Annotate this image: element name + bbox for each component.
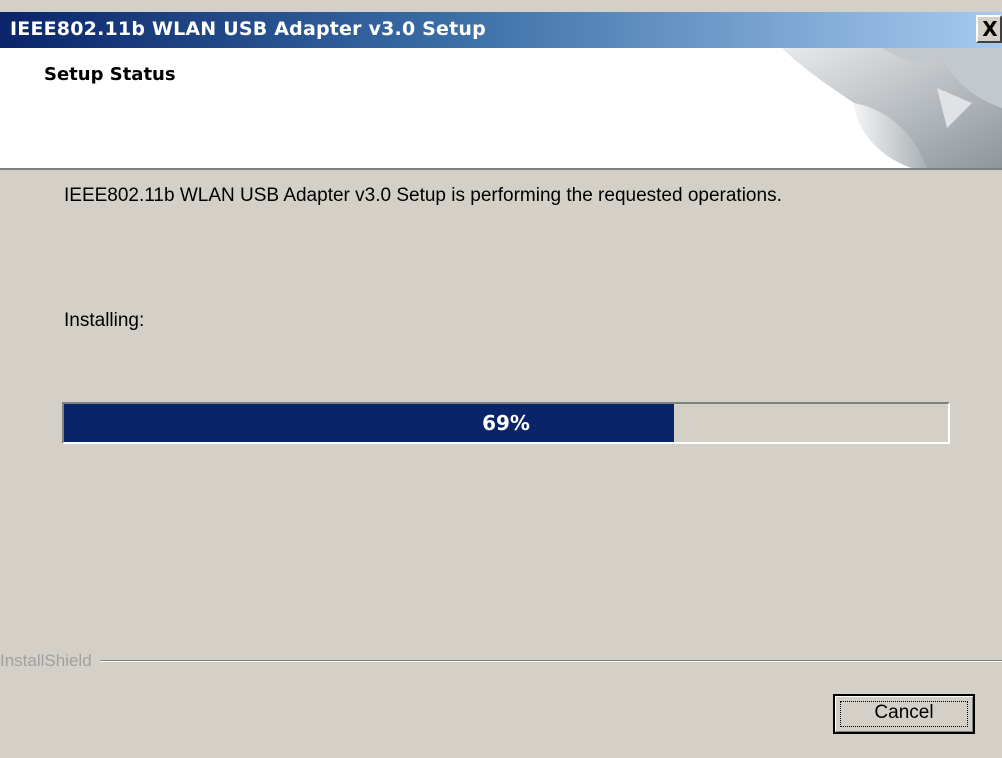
brand-separator: InstallShield <box>0 648 1002 674</box>
cancel-button[interactable]: Cancel <box>833 694 975 734</box>
window-title: IEEE802.11b WLAN USB Adapter v3.0 Setup <box>10 18 486 40</box>
title-bar[interactable]: IEEE802.11b WLAN USB Adapter v3.0 Setup … <box>0 12 1002 48</box>
installshield-label: InstallShield <box>0 651 100 671</box>
cancel-label: Cancel <box>874 702 934 723</box>
progress-percent: 69% <box>482 411 530 435</box>
close-button[interactable]: X <box>976 15 1002 43</box>
separator-line <box>0 660 1002 662</box>
progress-bar: 69% <box>62 402 950 444</box>
installing-label: Installing: <box>64 310 145 331</box>
installshield-page-curl-icon <box>782 48 1002 168</box>
close-icon: X <box>982 17 998 41</box>
setup-dialog: IEEE802.11b WLAN USB Adapter v3.0 Setup … <box>0 0 1002 758</box>
dialog-header: Setup Status <box>0 48 1002 170</box>
page-title: Setup Status <box>44 64 176 85</box>
status-message: IEEE802.11b WLAN USB Adapter v3.0 Setup … <box>64 185 782 206</box>
